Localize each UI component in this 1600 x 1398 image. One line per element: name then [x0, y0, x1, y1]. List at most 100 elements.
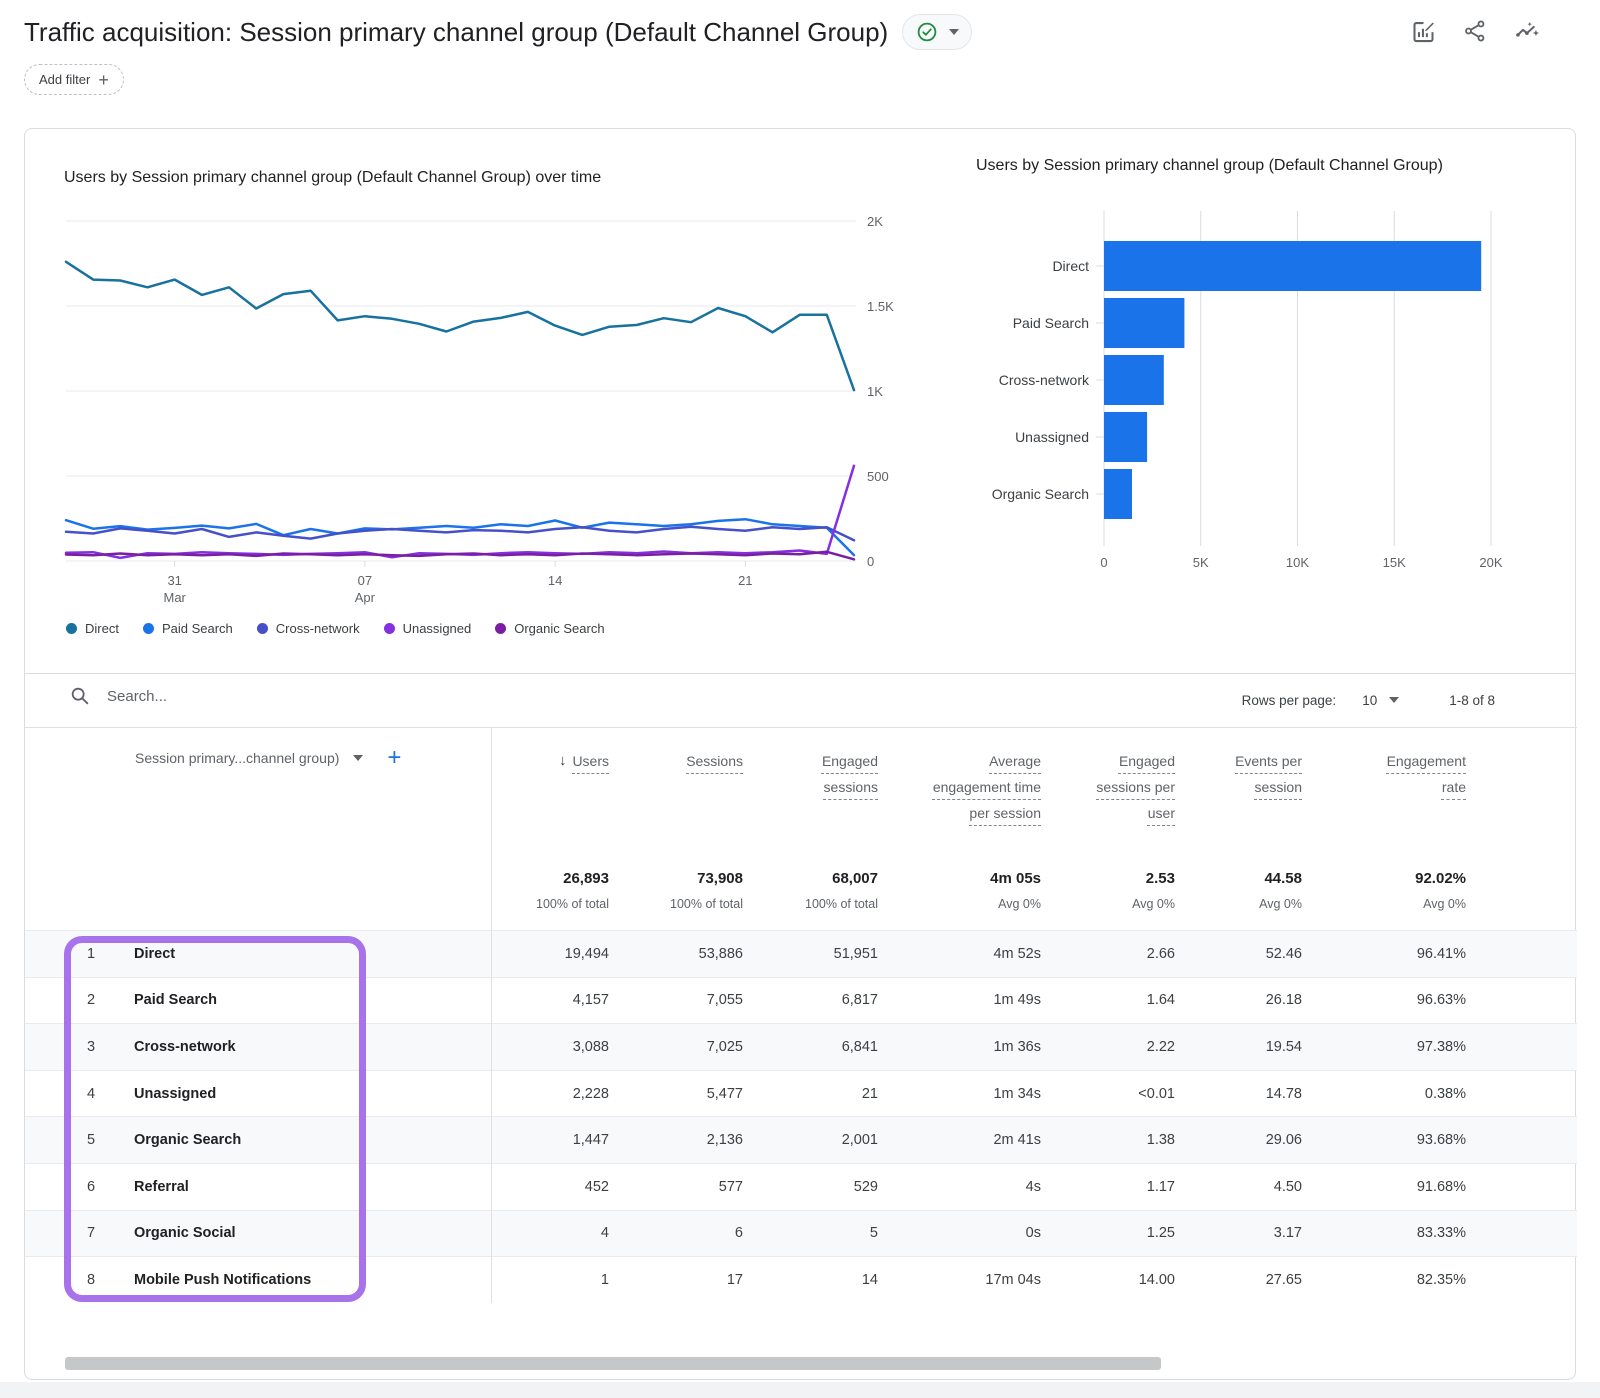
row-index: 8	[87, 1272, 123, 1288]
legend-label: Unassigned	[403, 621, 472, 636]
metric-cell: 96.63%	[1302, 992, 1466, 1008]
channel-name: Paid Search	[134, 992, 217, 1008]
rows-per-page-select[interactable]: 10	[1362, 693, 1399, 708]
table-toolbar: Rows per page: 10 1-8 of 8	[25, 677, 1575, 723]
data-quality-badge[interactable]	[902, 14, 972, 50]
metric-cell: 52.46	[1175, 946, 1302, 962]
column-header-label: Engaged sessions	[790, 748, 878, 800]
total-value: 92.02%	[1415, 869, 1466, 889]
table-row[interactable]: 8Mobile Push Notifications1171417m 04s14…	[25, 1256, 1577, 1303]
totals-spacer	[25, 869, 491, 930]
bar-category-label: Unassigned	[1015, 429, 1089, 445]
legend-item-paid-search[interactable]: Paid Search	[143, 621, 233, 636]
dimension-cell: 3Cross-network	[25, 1039, 491, 1055]
share-button[interactable]	[1460, 16, 1490, 46]
column-header-engagement-rate[interactable]: Engagement rate	[1302, 748, 1466, 800]
pagination-status: 1-8 of 8	[1449, 693, 1495, 708]
total-subtext: Avg 0%	[1423, 897, 1466, 911]
bar-cross-network[interactable]	[1104, 355, 1164, 405]
charts-canvas: 05001K1.5K2K31Mar07Apr142105K10K15K20KDi…	[25, 129, 1577, 669]
total-subtext: 100% of total	[805, 897, 878, 911]
column-header-engaged-sessions[interactable]: Engaged sessions	[743, 748, 878, 800]
customize-report-button[interactable]	[1408, 16, 1438, 46]
table-body: 1Direct19,49453,88651,9514m 52s2.6652.46…	[25, 930, 1577, 1303]
section-divider	[25, 673, 1575, 674]
column-header-average-engagement-time-per-session[interactable]: Average engagement time per session	[878, 748, 1041, 826]
legend-dot-icon	[257, 623, 268, 634]
total-value: 26,893	[563, 869, 609, 889]
table-row[interactable]: 1Direct19,49453,88651,9514m 52s2.6652.46…	[25, 930, 1577, 977]
column-header-events-per-session[interactable]: Events per session	[1175, 748, 1302, 800]
svg-text:0: 0	[867, 554, 874, 569]
insights-icon	[1514, 18, 1541, 45]
search-icon	[69, 685, 91, 707]
bar-category-label: Direct	[1052, 258, 1089, 274]
dimension-cell: 4Unassigned	[25, 1086, 491, 1102]
legend-label: Cross-network	[276, 621, 360, 636]
metric-cell: 1.25	[1041, 1225, 1175, 1241]
total-subtext: Avg 0%	[998, 897, 1041, 911]
dimension-cell: 5Organic Search	[25, 1132, 491, 1148]
column-header-engaged-sessions-per-user[interactable]: Engaged sessions per user	[1041, 748, 1175, 826]
dimension-header[interactable]: Session primary...channel group) +	[25, 748, 491, 768]
svg-text:Mar: Mar	[163, 590, 186, 605]
svg-text:1.5K: 1.5K	[867, 299, 894, 314]
row-index: 5	[87, 1132, 123, 1148]
legend-item-unassigned[interactable]: Unassigned	[384, 621, 472, 636]
add-filter-button[interactable]: Add filter +	[24, 64, 124, 95]
metric-cell: 1m 36s	[878, 1039, 1041, 1055]
metric-cell: 1	[491, 1272, 609, 1288]
table-row[interactable]: 6Referral4525775294s1.174.5091.68%	[25, 1163, 1577, 1210]
legend-dot-icon	[495, 623, 506, 634]
add-dimension-button[interactable]: +	[387, 748, 401, 768]
chevron-down-icon	[1389, 697, 1399, 703]
rows-per-page-label: Rows per page:	[1242, 693, 1337, 708]
table-row[interactable]: 4Unassigned2,2285,477211m 34s<0.0114.780…	[25, 1070, 1577, 1117]
row-index: 6	[87, 1179, 123, 1195]
legend-item-organic-search[interactable]: Organic Search	[495, 621, 604, 636]
legend-label: Paid Search	[162, 621, 233, 636]
total-value: 2.53	[1146, 869, 1175, 889]
table-row[interactable]: 2Paid Search4,1577,0556,8171m 49s1.6426.…	[25, 977, 1577, 1024]
insights-button[interactable]	[1512, 16, 1542, 46]
metric-cell: 51,951	[743, 946, 878, 962]
search-input[interactable]	[107, 688, 487, 705]
metric-cell: 1m 49s	[878, 992, 1041, 1008]
metric-cell: 27.65	[1175, 1272, 1302, 1288]
bar-unassigned[interactable]	[1104, 412, 1147, 462]
table-row[interactable]: 7Organic Social4650s1.253.1783.33%	[25, 1210, 1577, 1257]
page-background-strip	[0, 1382, 1600, 1398]
metric-cell: 14.78	[1175, 1086, 1302, 1102]
bar-category-label: Paid Search	[1013, 315, 1089, 331]
bar-category-label: Organic Search	[992, 486, 1089, 502]
metric-cell: 6	[609, 1225, 743, 1241]
line-series-cross-network	[66, 527, 854, 541]
total-users: 26,893100% of total	[491, 869, 609, 930]
total-value: 68,007	[832, 869, 878, 889]
svg-text:500: 500	[867, 469, 889, 484]
metric-cell: 0.38%	[1302, 1086, 1466, 1102]
bar-paid-search[interactable]	[1104, 298, 1184, 348]
metric-cell: 4.50	[1175, 1179, 1302, 1195]
metric-cell: 3,088	[491, 1039, 609, 1055]
report-card: Users by Session primary channel group (…	[24, 128, 1576, 1380]
table-row[interactable]: 5Organic Search1,4472,1362,0012m 41s1.38…	[25, 1116, 1577, 1163]
legend-item-direct[interactable]: Direct	[66, 621, 119, 636]
horizontal-scrollbar-thumb[interactable]	[65, 1357, 1161, 1370]
legend-item-cross-network[interactable]: Cross-network	[257, 621, 360, 636]
channel-name: Mobile Push Notifications	[134, 1272, 311, 1288]
column-divider	[491, 727, 492, 1303]
bar-direct[interactable]	[1104, 241, 1481, 291]
sort-descending-icon: ↓	[559, 748, 567, 774]
column-header-users[interactable]: ↓Users	[491, 748, 609, 774]
svg-text:5K: 5K	[1193, 555, 1209, 570]
row-index: 3	[87, 1039, 123, 1055]
add-filter-label: Add filter	[39, 72, 90, 87]
svg-text:Apr: Apr	[355, 590, 376, 605]
metric-cell: 2.66	[1041, 946, 1175, 962]
row-index: 2	[87, 992, 123, 1008]
metric-cell: 19,494	[491, 946, 609, 962]
column-header-sessions[interactable]: Sessions	[609, 748, 743, 774]
table-row[interactable]: 3Cross-network3,0887,0256,8411m 36s2.221…	[25, 1023, 1577, 1070]
bar-organic-search[interactable]	[1104, 469, 1132, 519]
